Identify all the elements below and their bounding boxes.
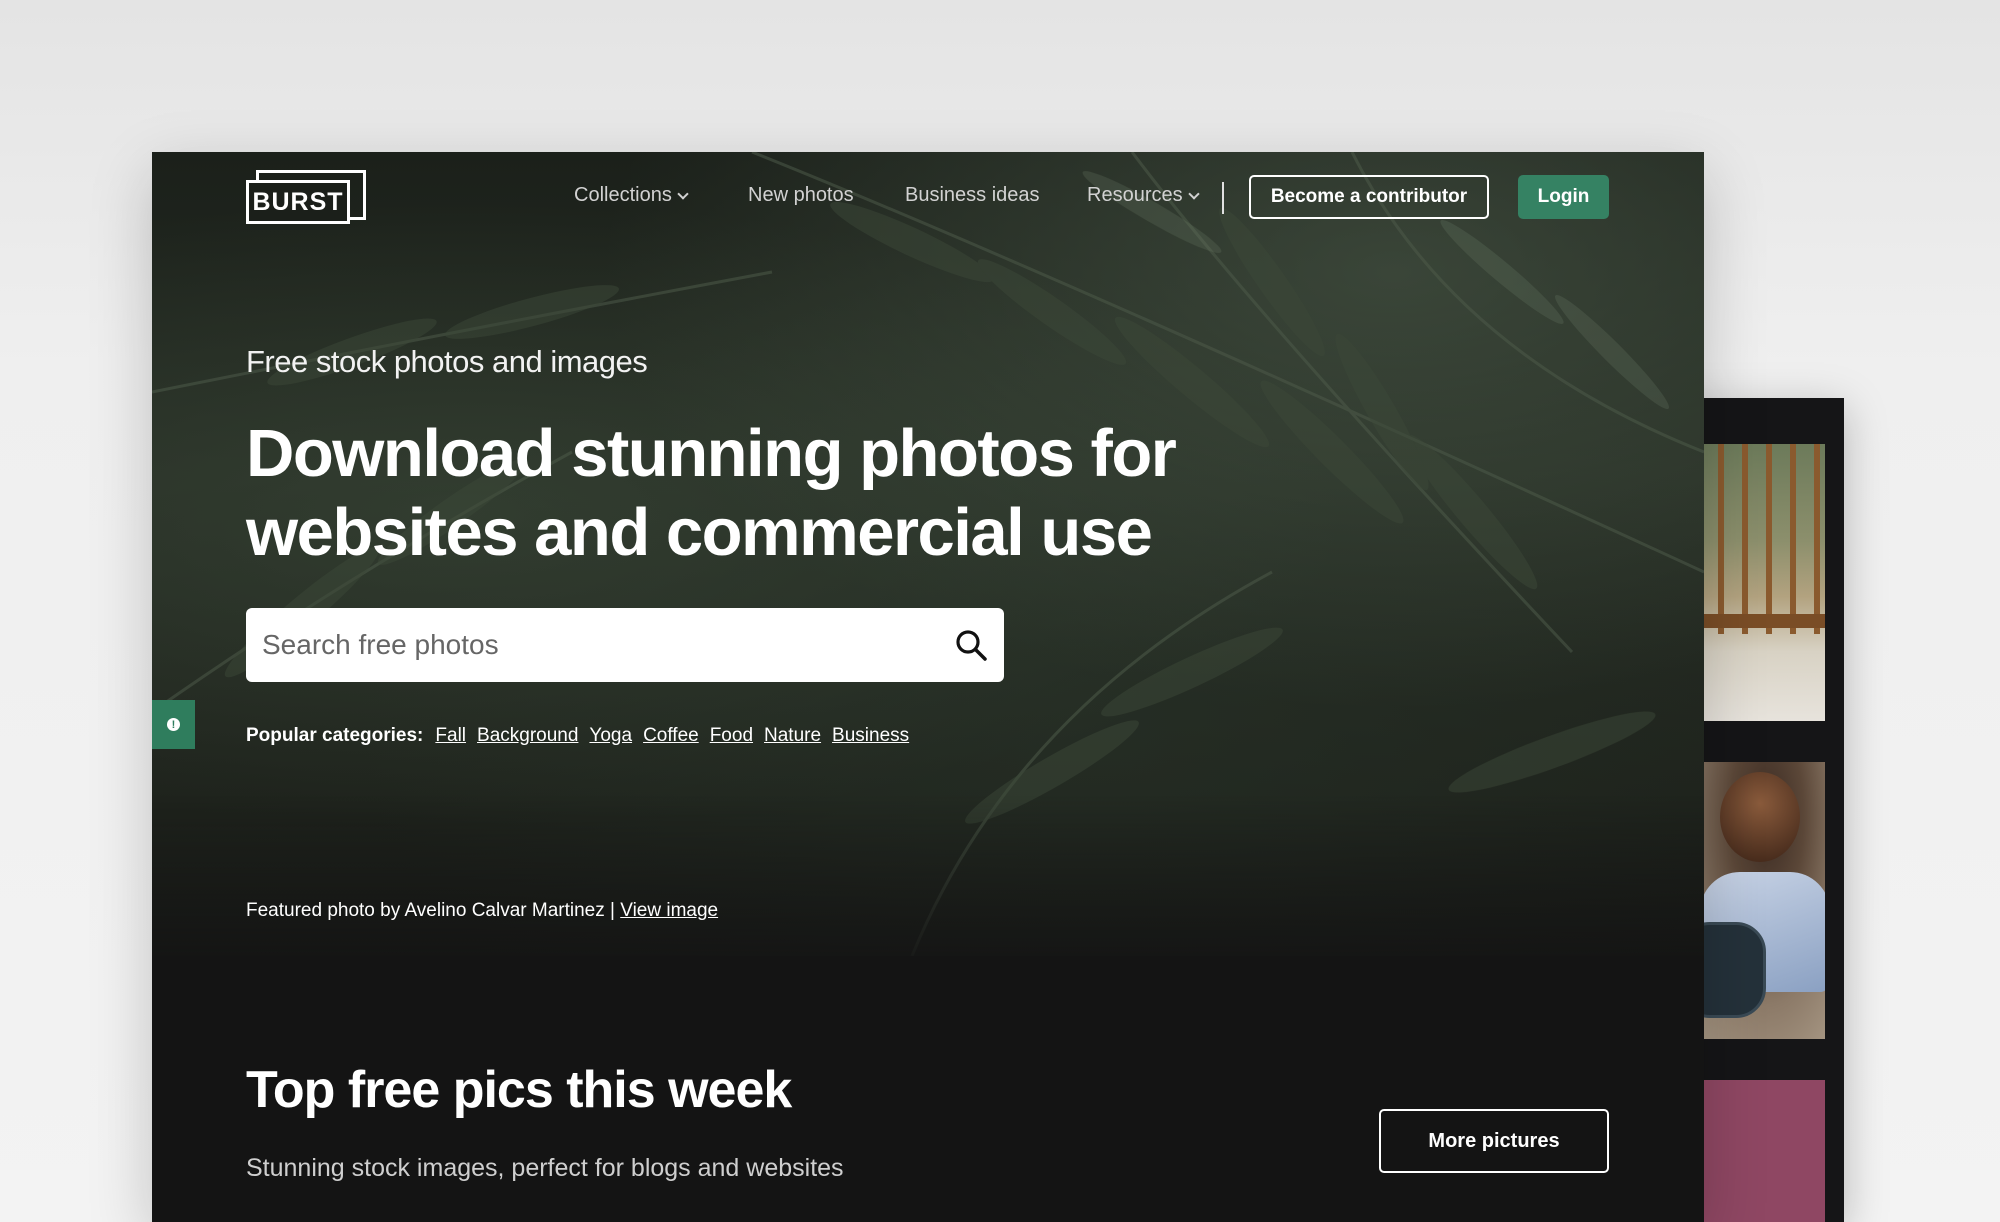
nav-resources-label: Resources — [1087, 184, 1183, 206]
feedback-tab[interactable]: ! — [152, 700, 195, 749]
hero-kicker: Free stock photos and images — [246, 344, 648, 379]
category-link-fall[interactable]: Fall — [435, 725, 466, 747]
top-nav: BURST Collections New photos Business id… — [152, 152, 1704, 244]
nav-new-photos[interactable]: New photos — [748, 184, 854, 207]
featured-credit: Featured photo by Avelino Calvar Martine… — [246, 900, 718, 922]
nav-business-ideas-label: Business ideas — [905, 184, 1040, 206]
section-subtitle: Stunning stock images, perfect for blogs… — [246, 1154, 844, 1182]
hero-section: BURST Collections New photos Business id… — [152, 152, 1704, 956]
popular-categories-label: Popular categories: — [246, 725, 424, 746]
view-image-link[interactable]: View image — [620, 900, 718, 921]
nav-collections[interactable]: Collections — [574, 184, 689, 207]
search-input[interactable] — [246, 628, 924, 662]
nav-collections-label: Collections — [574, 184, 672, 206]
category-link-food[interactable]: Food — [710, 725, 753, 747]
featured-credit-text: Featured photo by Avelino Calvar Martine… — [246, 900, 615, 921]
category-link-yoga[interactable]: Yoga — [589, 725, 632, 747]
nav-resources[interactable]: Resources — [1087, 184, 1200, 207]
site-frame: BURST Collections New photos Business id… — [152, 152, 1704, 1222]
hero-headline: Download stunning photos for websites an… — [246, 416, 1177, 570]
login-button[interactable]: Login — [1518, 175, 1609, 219]
more-pictures-button[interactable]: More pictures — [1379, 1109, 1609, 1173]
chevron-down-icon — [1187, 187, 1200, 200]
become-contributor-button[interactable]: Become a contributor — [1249, 175, 1489, 219]
category-link-nature[interactable]: Nature — [764, 725, 821, 747]
info-icon: ! — [167, 718, 180, 731]
chevron-down-icon — [677, 187, 689, 200]
category-link-background[interactable]: Background — [477, 725, 578, 747]
category-link-coffee[interactable]: Coffee — [643, 725, 699, 747]
nav-new-photos-label: New photos — [748, 184, 854, 206]
nav-divider — [1222, 182, 1224, 214]
category-link-business[interactable]: Business — [832, 725, 909, 747]
burst-logo[interactable]: BURST — [246, 170, 366, 226]
search-icon[interactable] — [954, 628, 988, 662]
popular-categories: Popular categories: Fall Background Yoga… — [246, 725, 909, 747]
section-title: Top free pics this week — [246, 1061, 792, 1119]
search-bar — [246, 608, 1004, 682]
nav-business-ideas[interactable]: Business ideas — [905, 184, 1040, 207]
